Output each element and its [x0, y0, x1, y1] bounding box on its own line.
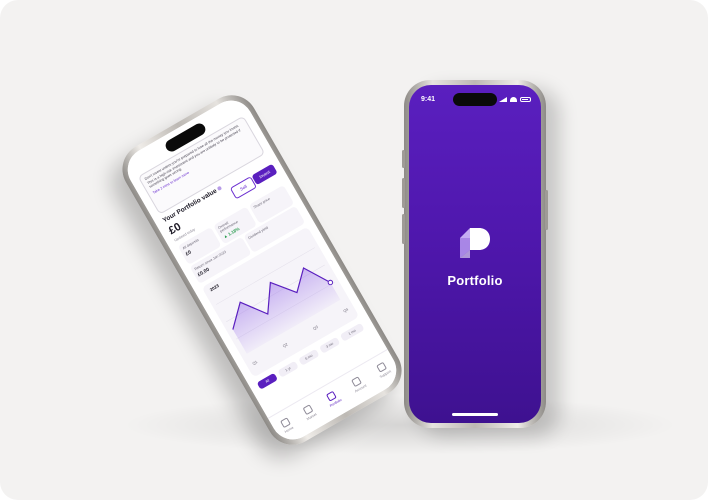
phone-right: 9:41 Portfolio — [402, 80, 548, 428]
quarter-label: Q2 — [282, 342, 289, 349]
invest-button[interactable]: Invest — [251, 163, 278, 186]
floor-shadow — [120, 395, 680, 455]
filter-all[interactable]: All — [256, 372, 278, 390]
quarter-label: Q4 — [342, 307, 350, 314]
volume-up-button — [402, 178, 405, 208]
app-title: Portfolio — [447, 273, 503, 288]
wifi-icon — [510, 96, 517, 102]
signal-icon — [499, 96, 507, 102]
filter-6mo[interactable]: 6 mo — [298, 348, 320, 366]
tab-portfolio[interactable]: Portfolio — [324, 389, 343, 408]
volume-down-button — [402, 214, 405, 244]
quarter-label: Q1 — [251, 359, 259, 366]
mockup-canvas: 9:41 Portfolio Don't invest unless you'r… — [0, 0, 708, 500]
portfolio-logo-icon — [460, 228, 490, 258]
quarter-label: Q3 — [312, 324, 319, 331]
tab-support[interactable]: Support — [374, 361, 392, 379]
home-indicator[interactable] — [452, 413, 498, 416]
status-time: 9:41 — [421, 95, 436, 103]
filter-1yr[interactable]: 1 yr — [277, 360, 299, 378]
battery-icon — [520, 96, 531, 102]
tab-market[interactable]: Market — [301, 404, 317, 421]
share-price-label: Share price — [252, 196, 271, 210]
info-icon[interactable] — [217, 185, 223, 192]
dynamic-island — [453, 93, 497, 106]
action-button — [402, 150, 405, 168]
power-button — [545, 190, 548, 230]
splash-screen: 9:41 Portfolio — [409, 85, 541, 423]
tab-account[interactable]: Account — [349, 375, 367, 393]
tab-home[interactable]: Home — [279, 417, 294, 434]
filter-3mo[interactable]: 3 mo — [319, 336, 341, 354]
